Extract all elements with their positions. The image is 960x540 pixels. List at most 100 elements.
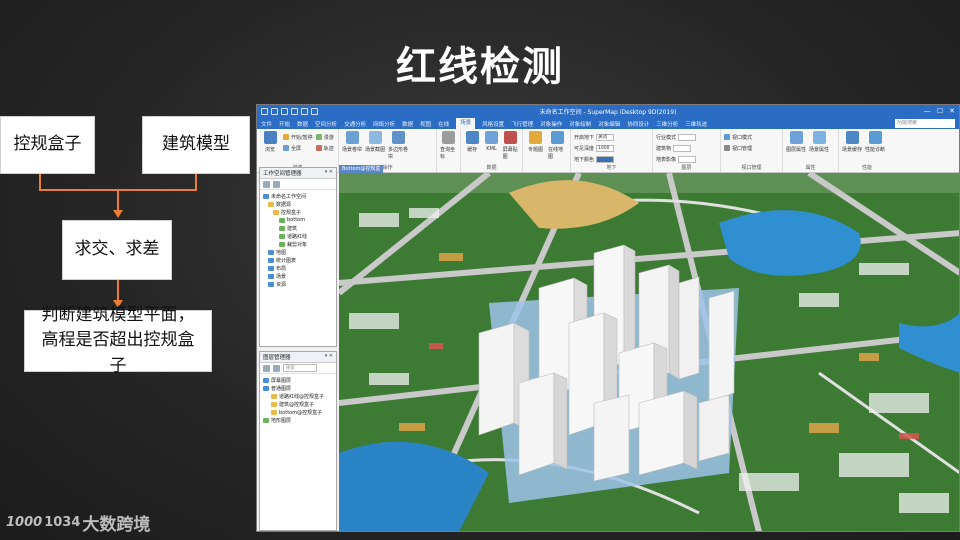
menu-view[interactable]: 视图 — [420, 120, 431, 128]
menu-style[interactable]: 风格设置 — [482, 120, 504, 128]
tree-item[interactable]: 未命名工作空间 — [263, 192, 334, 200]
tree-item[interactable]: 地形图层 — [263, 416, 334, 424]
open-underground-select[interactable]: 关闭 — [596, 133, 615, 141]
menu-start[interactable]: 开始 — [279, 120, 290, 128]
layer-manager-title: 图层管理器 — [263, 355, 291, 361]
ribbon-group-layer: 行业模式 建筑物 地表影像 图层 — [653, 129, 721, 172]
watermark-logo: 1000 — [6, 515, 43, 530]
coordinate-icon — [442, 131, 455, 144]
menu-flight[interactable]: 飞行管理 — [511, 120, 533, 128]
dataset-icon — [279, 241, 285, 247]
tree-label: 场景 — [276, 273, 287, 280]
new-workspace-icon[interactable] — [263, 180, 270, 188]
query-coord-button[interactable]: 查询坐标 — [440, 131, 457, 170]
tree-item[interactable]: 数据源 — [263, 200, 334, 208]
menu-spatial-analysis[interactable]: 空间分析 — [315, 120, 337, 128]
tree-item[interactable]: 资源 — [263, 280, 334, 288]
tree-item[interactable]: 普通图层 — [263, 384, 334, 392]
tree-item[interactable]: 屏幕图层 — [263, 376, 334, 384]
normal-layer-icon — [263, 385, 269, 391]
tree-item[interactable]: bottom@控规盒子 — [263, 408, 334, 416]
function-search-input[interactable]: 功能搜索 — [895, 119, 955, 128]
tree-item[interactable]: 场景 — [263, 272, 334, 280]
tree-item[interactable]: 统计图表 — [263, 256, 334, 264]
layer-tree: 屏幕图层 普通图层 道路红线@控规盒子 建筑@控规盒子 bottom@控规盒子 … — [260, 374, 336, 424]
track-button[interactable]: 轨迹 — [315, 144, 334, 152]
roam-button[interactable]: 漫游 — [315, 133, 334, 141]
menu-3d-track[interactable]: 三维轨迹 — [685, 120, 707, 128]
group-label-underground: 地下 — [606, 165, 617, 171]
visible-depth-input[interactable]: 1000 — [596, 144, 615, 152]
minimize-icon[interactable]: — — [924, 107, 931, 115]
terrain-image-label: 地表影像 — [656, 156, 677, 163]
menu-traffic-analysis[interactable]: 交通分析 — [344, 120, 366, 128]
track-label: 轨迹 — [323, 145, 334, 152]
layer-tool-icon[interactable] — [273, 364, 280, 372]
menu-online[interactable]: 在线 — [438, 120, 449, 128]
menu-data[interactable]: 数据 — [297, 120, 308, 128]
tree-item[interactable]: 道路红线@控规盒子 — [263, 392, 334, 400]
tree-item[interactable]: 道路红线 — [263, 232, 334, 240]
building-select[interactable] — [673, 144, 692, 152]
group-label-layer: 图层 — [681, 165, 692, 171]
menu-object-edit[interactable]: 对象编辑 — [598, 120, 620, 128]
thematic-icon — [529, 131, 542, 144]
thematic-label: 专题图 — [527, 147, 543, 153]
menu-object-operation[interactable]: 对象操作 — [540, 120, 562, 128]
ribbon-group-layer-tools: 专题图 在线地图 — [523, 129, 571, 172]
tree-item[interactable]: 裁剪对象 — [263, 240, 334, 248]
eye-icon[interactable] — [271, 401, 277, 407]
underground-color-picker[interactable] — [596, 155, 615, 163]
online-map-button[interactable]: 在线地图 — [548, 131, 567, 170]
workspace-icon — [263, 193, 269, 199]
terrain-image-select[interactable] — [678, 155, 697, 163]
polygon-icon — [391, 131, 405, 144]
menu-3d-analysis[interactable]: 三维分析 — [656, 120, 678, 128]
viewport-manage-button[interactable]: 视口管理 — [724, 144, 752, 152]
tree-item[interactable]: 建筑@控规盒子 — [263, 400, 334, 408]
menu-network-analysis[interactable]: 网络分析 — [373, 120, 395, 128]
panel-pin-icon[interactable]: ▾ ✕ — [325, 169, 333, 175]
viewport-mode-button[interactable]: 视口模式 — [724, 133, 752, 141]
open-workspace-icon[interactable] — [273, 180, 280, 188]
layer-tool-icon[interactable] — [263, 364, 270, 372]
workspace-manager-header: 工作空间管理器 ▾ ✕ — [260, 168, 336, 179]
tree-item[interactable]: bottom — [263, 216, 334, 224]
group-label-performance: 性能 — [861, 165, 872, 171]
eye-icon[interactable] — [271, 393, 277, 399]
menu-scene[interactable]: 场景 — [456, 118, 476, 129]
group-label-property: 属性 — [805, 165, 816, 171]
menu-object-draw[interactable]: 对象绘制 — [569, 120, 591, 128]
scene-view[interactable] — [339, 173, 959, 531]
datasource-icon — [268, 201, 274, 207]
industry-mode-select[interactable] — [678, 133, 697, 141]
layer-search-input[interactable]: 搜索 — [283, 364, 317, 372]
underground-color-row: 地下颜色 — [574, 155, 615, 163]
layer-manager-header: 图层管理器 ▾ ✕ — [260, 352, 336, 363]
tree-item[interactable]: 布局 — [263, 264, 334, 272]
maximize-icon[interactable]: ☐ — [937, 107, 943, 115]
panel-pin-icon[interactable]: ▾ ✕ — [325, 353, 333, 359]
close-icon[interactable]: ✕ — [949, 107, 955, 115]
play-pause-button[interactable]: 开始/暂停 — [283, 133, 313, 141]
scene-property-icon — [812, 131, 826, 144]
workspace-tree: 未命名工作空间 数据源 控规盒子 bottom 建筑 道路红线 裁剪对象 地图 … — [260, 190, 336, 288]
menu-collab[interactable]: 协同设计 — [627, 120, 649, 128]
performance-diagnose-label: 性能诊断 — [865, 147, 886, 153]
eye-icon[interactable] — [271, 409, 277, 415]
viewport-mode-label: 视口模式 — [732, 134, 753, 141]
terrain-layer-icon — [263, 417, 269, 423]
tree-item[interactable]: 地图 — [263, 248, 334, 256]
thematic-map-button[interactable]: 专题图 — [526, 131, 545, 170]
menu-file[interactable]: 文件 — [261, 120, 272, 128]
ribbon-group-browse: 浏览 开始/暂停 全屏 漫游 轨迹 浏览 — [257, 129, 339, 172]
stethoscope-icon — [868, 131, 882, 144]
fullscreen-button[interactable]: 全屏 — [283, 144, 313, 152]
tree-item[interactable]: 建筑 — [263, 224, 334, 232]
resource-icon — [268, 281, 274, 287]
menu-data-2[interactable]: 数据 — [402, 120, 413, 128]
chart-icon — [268, 257, 274, 263]
screen-layer-icon — [263, 377, 269, 383]
tree-item[interactable]: 控规盒子 — [263, 208, 334, 216]
datasource-icon — [273, 209, 279, 215]
